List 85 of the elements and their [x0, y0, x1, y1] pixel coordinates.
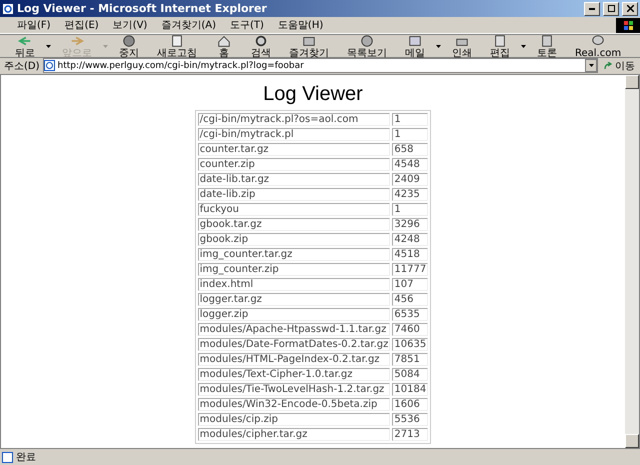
- menu-item[interactable]: 보기(V): [106, 18, 154, 32]
- page-heading: Log Viewer: [263, 83, 363, 106]
- go-button[interactable]: 이동: [601, 58, 638, 72]
- close-icon: [626, 5, 634, 12]
- table-cell: modules/Date-FormatDates-0.2.tar.gz: [198, 338, 390, 351]
- table-cell: 10184: [392, 383, 428, 396]
- table-cell: 4235: [392, 188, 428, 201]
- table-cell: modules/Win32-Encode-0.5beta.zip: [198, 398, 390, 411]
- table-cell: /cgi-bin/mytrack.pl?os=aol.com: [198, 113, 390, 126]
- table-cell: 11777: [392, 263, 428, 276]
- table-cell: 4548: [392, 158, 428, 171]
- table-cell: date-lib.tar.gz: [198, 173, 390, 186]
- menu-item[interactable]: 즐겨찾기(A): [154, 18, 223, 32]
- table-cell: 3296: [392, 218, 428, 231]
- caret-icon[interactable]: [46, 44, 51, 48]
- table-cell: 5536: [392, 413, 428, 426]
- dropdown-button[interactable]: [585, 59, 597, 72]
- table-cell: modules/Tie-TwoLevelHash-1.2.tar.gz: [198, 383, 390, 396]
- table-cell: 10635: [392, 338, 428, 351]
- scroll-bar[interactable]: [625, 75, 639, 448]
- toolbar-button[interactable]: 인쇄: [443, 34, 481, 58]
- window-title: Log Viewer - Microsoft Internet Explorer: [17, 2, 268, 15]
- table-cell: 5084: [392, 368, 428, 381]
- browser-icon: [2, 2, 14, 14]
- table-cell: 7460: [392, 323, 428, 336]
- caret-icon: [588, 64, 594, 67]
- toolbar-button[interactable]: 검색: [242, 34, 280, 58]
- menu-item[interactable]: 편집(E): [58, 18, 106, 32]
- table-cell: counter.tar.gz: [198, 143, 390, 156]
- table-cell: 1606: [392, 398, 428, 411]
- caret-icon[interactable]: [436, 44, 441, 48]
- table-cell: img_counter.zip: [198, 263, 390, 276]
- menu-item[interactable]: 도구(T): [223, 18, 271, 32]
- arrow-icon: [604, 62, 613, 70]
- menu-item[interactable]: 파일(F): [10, 18, 58, 32]
- table-cell: 1: [392, 128, 428, 141]
- table-cell: 107: [392, 278, 428, 291]
- minimize-icon: [589, 8, 595, 10]
- table-cell: modules/cipher.tar.gz: [198, 428, 390, 441]
- table-cell: modules/cip.zip: [198, 413, 390, 426]
- address-field[interactable]: http://www.perlguy.com/cgi-bin/mytrack.pl?log=foobar: [42, 58, 598, 73]
- table-cell: 6535: [392, 308, 428, 321]
- minimize-button[interactable]: [584, 2, 600, 16]
- table-cell: gbook.zip: [198, 233, 390, 246]
- toolbar-button[interactable]: 메일: [396, 34, 434, 58]
- table-cell: modules/Apache-Htpasswd-1.1.tar.gz: [198, 323, 390, 336]
- table-cell: modules/Text-Cipher-1.0.tar.gz: [198, 368, 390, 381]
- toolbar-button[interactable]: 뒤로: [6, 34, 44, 58]
- table-cell: 4518: [392, 248, 428, 261]
- table-cell: 4248: [392, 233, 428, 246]
- table-cell: 2409: [392, 173, 428, 186]
- page-icon: [2, 452, 13, 462]
- toolbar-button[interactable]: 중지: [110, 34, 148, 58]
- close-button[interactable]: [622, 2, 638, 16]
- table-cell: modules/HTML-PageIndex-0.2.tar.gz: [198, 353, 390, 366]
- table-cell: fuckyou: [198, 203, 390, 216]
- table-cell: counter.zip: [198, 158, 390, 171]
- address-label: 주소(D): [4, 60, 40, 72]
- table-cell: 658: [392, 143, 428, 156]
- table-cell: index.html: [198, 278, 390, 291]
- windows-logo-icon: [616, 18, 640, 32]
- table-cell: /cgi-bin/mytrack.pl: [198, 128, 390, 141]
- table-cell: logger.tar.gz: [198, 293, 390, 306]
- restore-button[interactable]: [603, 2, 619, 16]
- toolbar-button[interactable]: Real.com: [566, 34, 630, 58]
- status-text: 완료: [16, 451, 36, 464]
- table-cell: date-lib.zip: [198, 188, 390, 201]
- toolbar-button[interactable]: 편집: [481, 34, 519, 58]
- page-icon: [44, 60, 55, 71]
- toolbar-button[interactable]: 목록보기: [338, 34, 396, 58]
- toolbar-button[interactable]: 새로고침: [148, 34, 206, 58]
- table-cell: 1: [392, 113, 428, 126]
- menu-item[interactable]: 도움말(H): [270, 18, 330, 32]
- table-cell: 2713: [392, 428, 428, 441]
- table-cell: 7851: [392, 353, 428, 366]
- table-cell: 456: [392, 293, 428, 306]
- toolbar-button[interactable]: 즐겨찾기: [280, 34, 338, 58]
- table-cell: gbook.tar.gz: [198, 218, 390, 231]
- restore-icon: [608, 5, 614, 12]
- caret-icon[interactable]: [521, 44, 526, 48]
- toolbar-button[interactable]: 홈: [206, 34, 242, 58]
- table-cell: img_counter.tar.gz: [198, 248, 390, 261]
- toolbar-button[interactable]: 토론: [528, 34, 566, 58]
- table-cell: 1: [392, 203, 428, 216]
- table-cell: logger.zip: [198, 308, 390, 321]
